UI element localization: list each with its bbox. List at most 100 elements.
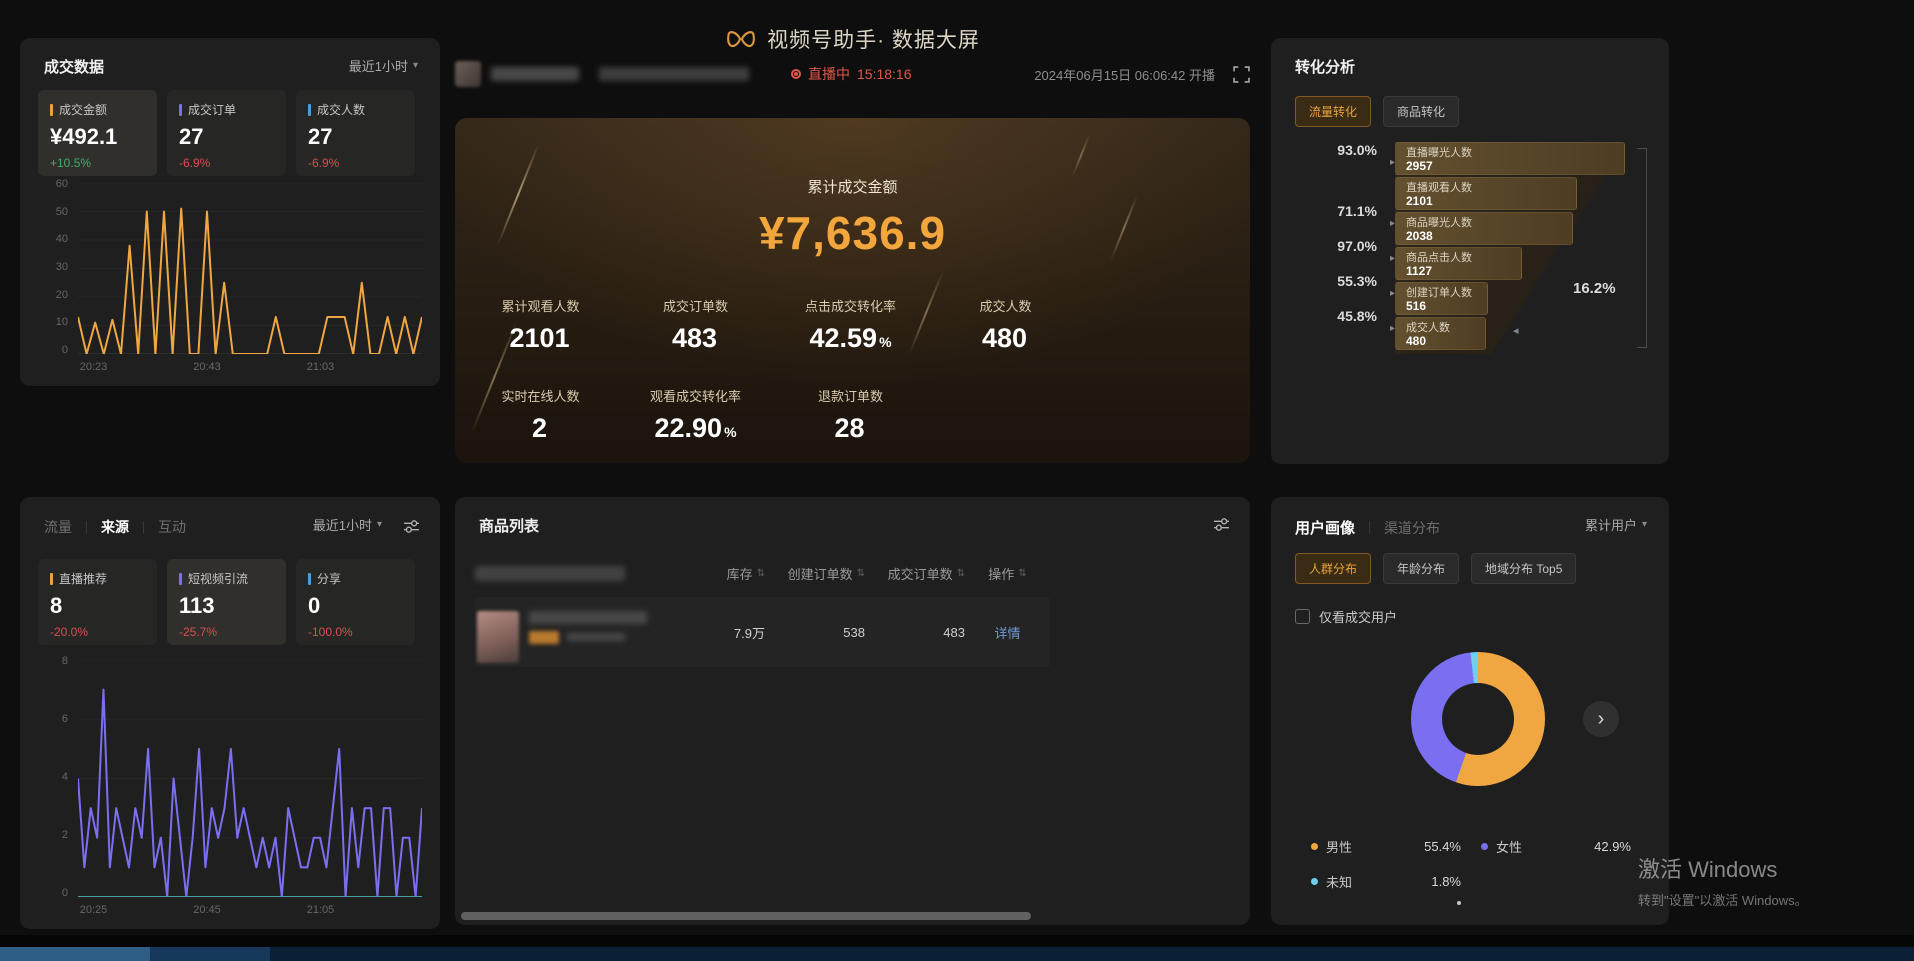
checkbox-label: 仅看成交用户 [1319, 607, 1397, 626]
metric-label: 点击成交转化率 [773, 296, 928, 315]
page-title: 视频号助手· 数据大屏 [767, 24, 980, 54]
stream-start-time: 2024年06月15日 06:06:42 开播 [1034, 65, 1215, 84]
stat-card-live-recommend[interactable]: 直播推荐 8 -20.0% [38, 559, 157, 645]
accent-bar [308, 573, 311, 585]
sales-data-panel: 成交数据 最近1小时 ▾ 成交金额 ¥492.1 +10.5% 成交订单 27 … [20, 38, 440, 386]
funnel-step-rate: 55.3%▸ [1285, 273, 1377, 289]
tab-channel-distribution[interactable]: 渠道分布 [1384, 518, 1440, 538]
bottom-dark-strip [0, 935, 1914, 947]
tab-interaction[interactable]: 互动 [158, 517, 186, 537]
tab-gender-distribution[interactable]: 人群分布 [1295, 553, 1371, 584]
caret-down-icon: ▾ [1642, 519, 1647, 530]
metric-value: 483 [618, 323, 773, 354]
account-name-redacted [491, 67, 579, 81]
funnel-step-rate: 71.1%▸ [1285, 203, 1377, 219]
detail-link[interactable]: 详情 [994, 623, 1020, 642]
metric-value: 480 [928, 323, 1083, 354]
stat-card-short-video[interactable]: 短视频引流 113 -25.7% [167, 559, 286, 645]
funnel-step-rate: 97.0%▸ [1285, 238, 1377, 254]
column-paid-orders[interactable]: 成交订单数⇅ [865, 564, 965, 583]
next-page-button[interactable]: › [1583, 701, 1619, 737]
stat-card-orders[interactable]: 成交订单 27 -6.9% [167, 90, 286, 176]
checkbox[interactable] [1295, 609, 1310, 624]
metric-label: 实时在线人数 [463, 386, 618, 405]
accent-bar [50, 104, 53, 116]
metric-label: 成交订单数 [618, 296, 773, 315]
horizontal-scrollbar[interactable] [461, 912, 1031, 920]
tab-traffic[interactable]: 流量 [44, 517, 72, 537]
legend-item-unknown: 未知 1.8% [1311, 872, 1461, 891]
funnel-bar: 成交人数480 [1395, 317, 1486, 350]
panel-title: 转化分析 [1295, 56, 1355, 77]
time-range-dropdown[interactable]: 最近1小时 ▾ [349, 56, 418, 75]
divider [1369, 521, 1370, 534]
column-created-orders[interactable]: 创建订单数⇅ [765, 564, 865, 583]
column-product-redacted [475, 566, 690, 581]
metric-value: 2101 [463, 323, 618, 354]
funnel-step-rate: 45.8%▸ [1285, 308, 1377, 324]
taskbar-segment [0, 947, 150, 961]
product-list-panel: 商品列表 库存⇅ 创建订单数⇅ 成交订单数⇅ 操作⇅ [455, 497, 1250, 925]
legend-dot [1311, 878, 1318, 885]
y-axis-labels: 6050403020100 [36, 178, 68, 356]
tab-product-conversion[interactable]: 商品转化 [1383, 96, 1459, 127]
divider [86, 521, 87, 534]
hero-metrics-row1: 累计观看人数2101 成交订单数483 点击成交转化率42.59% 成交人数48… [463, 296, 1083, 354]
funnel-bar: 商品点击人数1127 [1395, 247, 1522, 280]
fullscreen-icon[interactable] [1233, 66, 1250, 83]
column-action[interactable]: 操作⇅ [965, 564, 1050, 583]
tab-traffic-conversion[interactable]: 流量转化 [1295, 96, 1371, 127]
traffic-trend-chart: 86420 20:2520:4521:05 [34, 655, 426, 919]
conversion-analysis-panel: 转化分析 流量转化 商品转化 71.1%▸ 97.0%▸ 55.3%▸ 45.8… [1271, 38, 1669, 464]
metric-label: 退款订单数 [773, 386, 928, 405]
gender-donut-chart [1411, 652, 1545, 786]
traffic-source-panel: 流量 来源 互动 最近1小时 ▾ 直播推荐 8 -20.0% 短视频引流 11 [20, 497, 440, 929]
time-range-dropdown[interactable]: 最近1小时 ▾ [313, 515, 382, 534]
decorative-streak [1072, 134, 1091, 176]
filter-icon[interactable] [1213, 517, 1230, 532]
traffic-tabs: 流量 来源 互动 [44, 517, 186, 537]
app-header: 视频号助手· 数据大屏 [455, 24, 1250, 54]
divider [143, 521, 144, 534]
sort-icon: ⇅ [957, 568, 965, 579]
account-id-redacted [599, 67, 749, 81]
channels-logo-icon [725, 27, 757, 51]
gmv-amount: ¥7,636.9 [455, 206, 1250, 260]
tab-source[interactable]: 来源 [101, 517, 129, 537]
column-stock[interactable]: 库存⇅ [690, 564, 765, 583]
hero-metrics-row2: 实时在线人数2 观看成交转化率22.90% 退款订单数28 [463, 386, 1083, 444]
stat-card-share[interactable]: 分享 0 -100.0% [296, 559, 415, 645]
created-orders-value: 538 [765, 625, 865, 640]
user-range-dropdown[interactable]: 累计用户 ▾ [1585, 515, 1647, 534]
product-table-row: 7.9万 538 483 详情 [475, 597, 1050, 667]
stat-card-buyers[interactable]: 成交人数 27 -6.9% [296, 90, 415, 176]
legend-dot [1311, 843, 1318, 850]
live-dot-icon [791, 69, 801, 79]
sort-icon: ⇅ [1018, 568, 1026, 579]
accent-bar [308, 104, 311, 116]
distribution-tabs: 人群分布 年龄分布 地域分布 Top5 [1295, 553, 1576, 584]
funnel-bar: 商品曝光人数2038 [1395, 212, 1573, 245]
carousel-page-dot[interactable] [1457, 901, 1461, 905]
metric-label: 成交人数 [928, 296, 1083, 315]
traffic-stat-cards: 直播推荐 8 -20.0% 短视频引流 113 -25.7% 分享 0 -100… [38, 559, 415, 645]
conversion-funnel-chart: 71.1%▸ 97.0%▸ 55.3%▸ 45.8%▸ 93.0%▸ 直播曝光人… [1285, 142, 1655, 367]
y-axis-labels: 86420 [36, 655, 68, 899]
tab-age-distribution[interactable]: 年龄分布 [1383, 553, 1459, 584]
product-cell [475, 602, 690, 663]
metric-label: 累计观看人数 [463, 296, 618, 315]
tab-user-profile[interactable]: 用户画像 [1295, 517, 1355, 538]
tab-region-distribution[interactable]: 地域分布 Top5 [1471, 553, 1576, 584]
gmv-label: 累计成交金额 [455, 176, 1250, 197]
legend-item-female: 女性 42.9% [1481, 837, 1631, 856]
sort-icon: ⇅ [857, 568, 865, 579]
sales-stat-cards: 成交金额 ¥492.1 +10.5% 成交订单 27 -6.9% 成交人数 27… [38, 90, 415, 176]
filter-icon[interactable] [403, 519, 420, 534]
stat-card-amount[interactable]: 成交金额 ¥492.1 +10.5% [38, 90, 157, 176]
paid-users-filter: 仅看成交用户 [1295, 607, 1397, 626]
funnel-bar: 创建订单人数516 [1395, 282, 1488, 315]
metric-value: 28 [773, 413, 928, 444]
accent-bar [179, 573, 182, 585]
chevron-right-icon: › [1598, 708, 1605, 731]
funnel-bar: 直播曝光人数2957 [1395, 142, 1625, 175]
